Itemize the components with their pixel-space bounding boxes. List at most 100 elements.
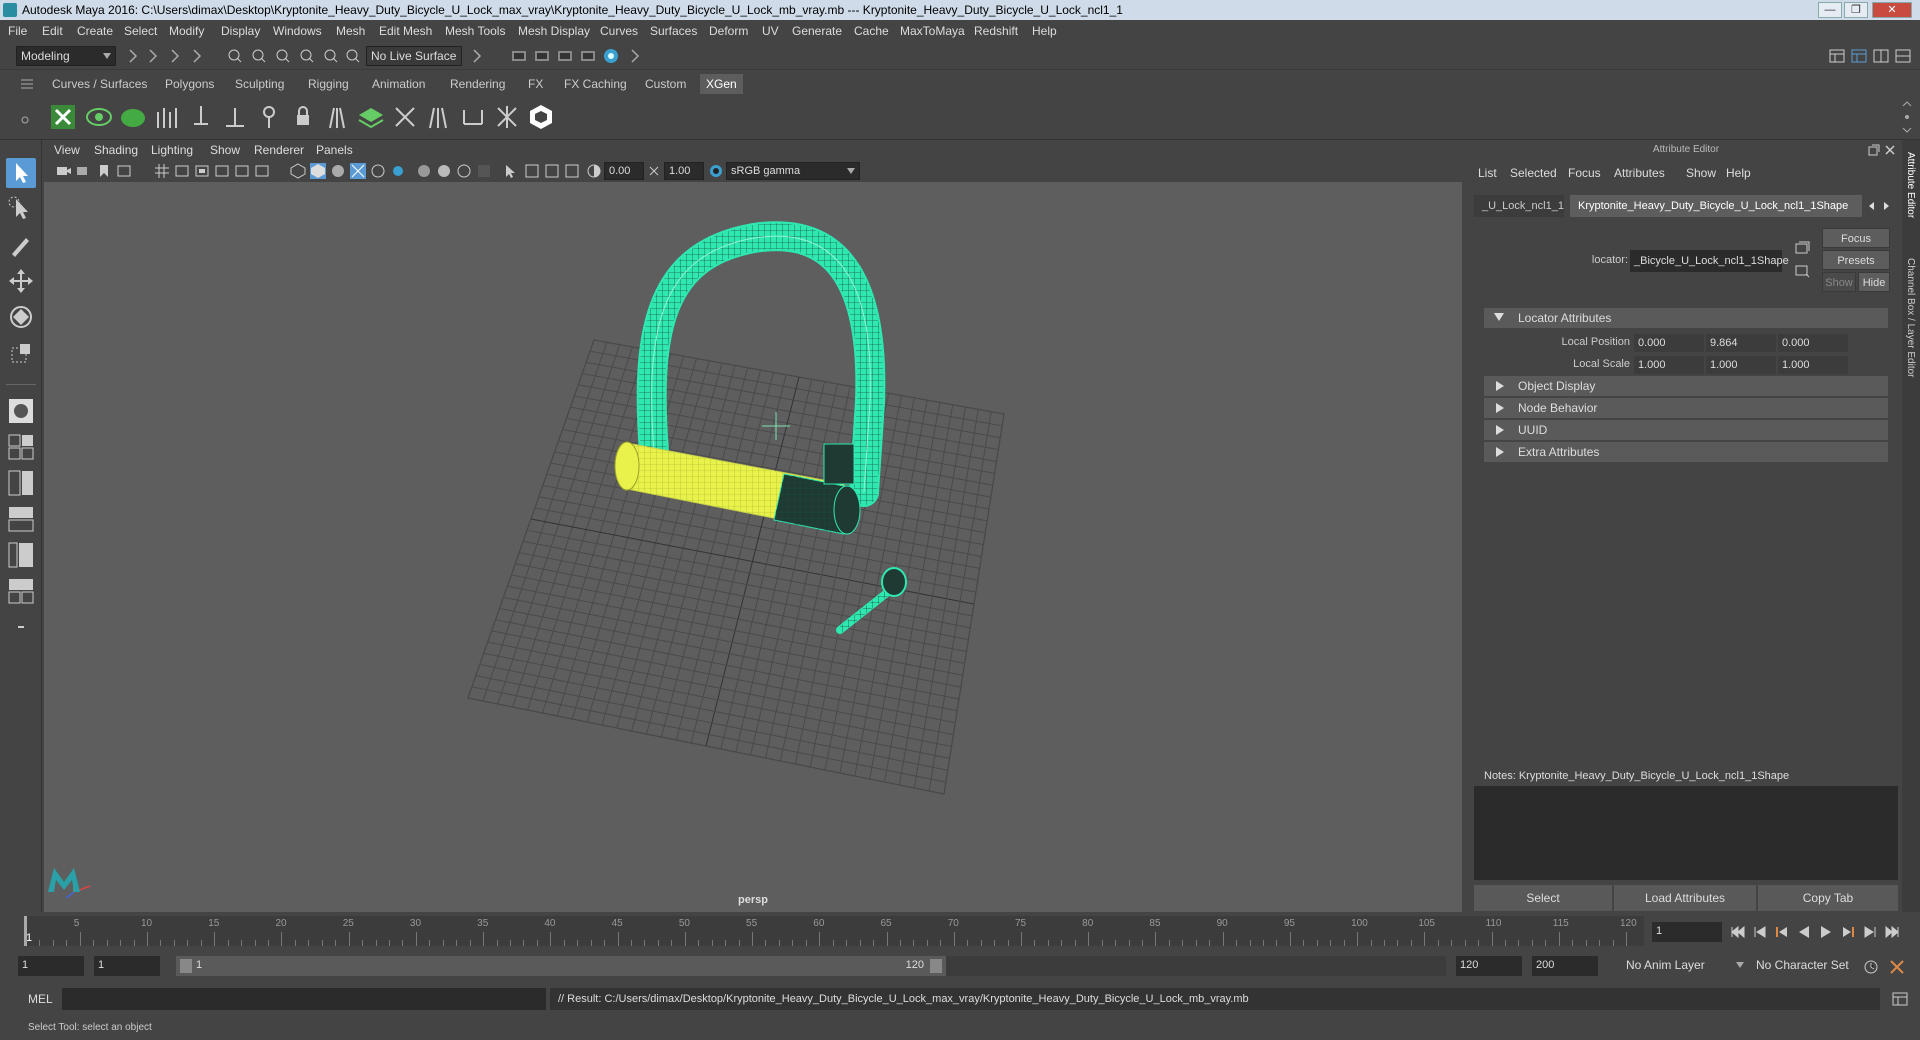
viewport-menu-renderer[interactable]: Renderer [254, 143, 304, 157]
range-end-grip[interactable] [930, 959, 942, 973]
redo-icon[interactable] [188, 47, 206, 65]
tab-next-icon[interactable] [1880, 200, 1892, 212]
auto-key-icon[interactable] [1862, 958, 1880, 976]
section-node-behavior[interactable]: Node Behavior [1484, 398, 1888, 418]
xgen-length-icon[interactable] [322, 102, 352, 132]
workspace-modeling-icon[interactable] [1828, 47, 1846, 65]
menu-redshift[interactable]: Redshift [974, 24, 1018, 38]
shelf-tab-fx[interactable]: FX [522, 74, 549, 94]
menu-cache[interactable]: Cache [854, 24, 889, 38]
move-tool-icon[interactable] [6, 266, 36, 296]
ae-menu-attributes[interactable]: Attributes [1614, 166, 1665, 180]
shelf-tab-xgen[interactable]: XGen [700, 74, 743, 94]
show-button[interactable]: Show [1822, 272, 1856, 292]
step-back-key-icon[interactable] [1774, 924, 1790, 940]
focus-button[interactable]: Focus [1822, 228, 1890, 248]
ae-menu-focus[interactable]: Focus [1568, 166, 1601, 180]
ae-tab-transform[interactable]: _U_Lock_ncl1_1 [1474, 195, 1564, 217]
ae-menu-list[interactable]: List [1478, 166, 1497, 180]
paint-select-tool-icon[interactable] [6, 230, 36, 260]
mode-dropdown[interactable]: Modeling [16, 46, 116, 66]
step-forward-key-icon[interactable] [1840, 924, 1856, 940]
current-frame-field[interactable]: 1 [1652, 922, 1722, 942]
default-material-icon[interactable] [330, 163, 346, 179]
minimize-button[interactable]: — [1818, 2, 1842, 18]
live-surface-field[interactable]: No Live Surface [366, 46, 462, 66]
section-locator-attributes[interactable]: Locator Attributes [1484, 308, 1888, 328]
xgen-add-guide-icon[interactable] [220, 102, 250, 132]
isolate-select-icon[interactable] [502, 163, 518, 179]
layout-single-icon[interactable] [6, 396, 36, 426]
local-scale-z[interactable]: 1.000 [1778, 356, 1848, 374]
xray-components-icon[interactable] [544, 163, 560, 179]
expand-status-icon[interactable] [626, 47, 644, 65]
xgen-preview-icon[interactable] [84, 102, 114, 132]
ipr-render-icon[interactable] [556, 47, 574, 65]
shelf-tab-rendering[interactable]: Rendering [444, 74, 511, 94]
command-input[interactable] [62, 988, 546, 1010]
xray-joints-icon[interactable] [524, 163, 540, 179]
ae-menu-help[interactable]: Help [1726, 166, 1751, 180]
render-settings-icon[interactable] [579, 47, 597, 65]
image-plane-icon[interactable] [116, 163, 132, 179]
smooth-shade-icon[interactable] [310, 163, 326, 179]
xgen-editor-icon[interactable] [48, 102, 78, 132]
xgen-lock-guide-icon[interactable] [288, 102, 318, 132]
use-all-lights-icon[interactable] [416, 163, 432, 179]
menu-mesh-display[interactable]: Mesh Display [518, 24, 590, 38]
field-chart-icon[interactable] [254, 163, 270, 179]
anim-layer-dropdown[interactable]: No Anim Layer [1622, 956, 1748, 976]
notes-textarea[interactable] [1474, 786, 1898, 880]
xgen-comb-icon[interactable] [424, 102, 454, 132]
ambient-occlusion-icon[interactable] [456, 163, 472, 179]
safe-title-icon[interactable] [234, 163, 250, 179]
locator-name-field[interactable]: _Bicycle_U_Lock_ncl1_1Shape [1630, 250, 1789, 272]
workspace-attribute-icon[interactable] [1894, 47, 1912, 65]
step-forward-icon[interactable] [1862, 924, 1878, 940]
menu-help[interactable]: Help [1032, 24, 1057, 38]
go-to-start-icon[interactable] [1730, 924, 1746, 940]
playback-start-field[interactable]: 1 [94, 956, 160, 976]
animation-start-field[interactable]: 1 [18, 956, 84, 976]
xgen-brush-icon[interactable] [390, 102, 420, 132]
snap-point-icon[interactable] [344, 47, 362, 65]
copy-tab-button[interactable]: Copy Tab [1758, 885, 1898, 911]
shelf-tab-custom[interactable]: Custom [639, 74, 692, 94]
time-slider-track[interactable]: 5 10 15 20 25 30 35 40 45 50 55 60 65 70 75 80 85 90 95 100… [24, 916, 1644, 946]
menu-curves[interactable]: Curves [600, 24, 638, 38]
menu-surfaces[interactable]: Surfaces [650, 24, 697, 38]
menu-maxtomaya[interactable]: MaxToMaya [900, 24, 965, 38]
viewport-persp[interactable]: persp [44, 182, 1462, 912]
select-by-object-icon[interactable] [250, 47, 268, 65]
shelf-scroll-icon[interactable] [1900, 100, 1914, 134]
layout-side-icon[interactable] [6, 468, 36, 498]
range-slider-track[interactable]: 1 120 [176, 956, 1446, 976]
render-view-icon[interactable] [510, 47, 528, 65]
menu-edit[interactable]: Edit [42, 24, 63, 38]
character-set-dropdown[interactable]: No Character Set [1752, 956, 1862, 976]
local-position-x[interactable]: 0.000 [1634, 334, 1704, 352]
lasso-tool-icon[interactable] [6, 194, 36, 224]
local-scale-y[interactable]: 1.000 [1706, 356, 1776, 374]
local-position-y[interactable]: 9.864 [1706, 334, 1776, 352]
float-panel-icon[interactable] [1868, 144, 1880, 156]
safe-action-icon[interactable] [214, 163, 230, 179]
xgen-sculpt-guide-icon[interactable] [254, 102, 284, 132]
menu-file[interactable]: File [8, 24, 27, 38]
side-tab-channel-box[interactable]: Channel Box / Layer Editor [1905, 258, 1916, 378]
section-extra-attributes[interactable]: Extra Attributes [1484, 442, 1888, 462]
xgen-cut-icon[interactable] [458, 102, 488, 132]
menu-mesh-tools[interactable]: Mesh Tools [445, 24, 505, 38]
workspace-panels-icon[interactable] [1872, 47, 1890, 65]
menu-windows[interactable]: Windows [273, 24, 322, 38]
exposure-icon[interactable] [586, 163, 602, 179]
bookmark-icon[interactable] [96, 163, 112, 179]
xgen-noise-icon[interactable] [492, 102, 522, 132]
hypershade-icon[interactable] [602, 47, 620, 65]
script-language-label[interactable]: MEL [28, 992, 53, 1006]
step-back-icon[interactable] [1752, 924, 1768, 940]
side-tab-attribute-editor[interactable]: Attribute Editor [1905, 152, 1916, 218]
viewport-menu-show[interactable]: Show [210, 143, 240, 157]
local-scale-x[interactable]: 1.000 [1634, 356, 1704, 374]
close-panel-icon[interactable] [1884, 144, 1896, 156]
